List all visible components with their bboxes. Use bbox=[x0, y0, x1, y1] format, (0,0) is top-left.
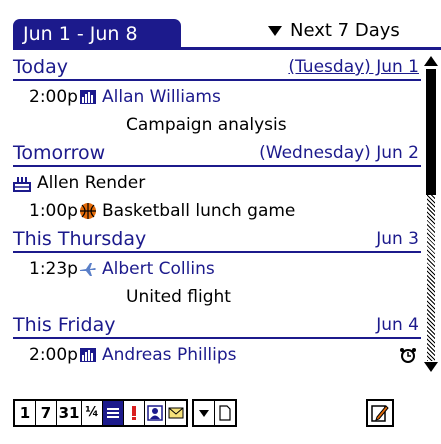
dropdown-button[interactable] bbox=[194, 401, 215, 425]
event-time: 1:23p bbox=[29, 259, 78, 279]
day-view-button[interactable]: 1 bbox=[15, 401, 36, 425]
event-time: 1:00p bbox=[29, 201, 78, 221]
business-chart-icon bbox=[80, 348, 96, 362]
basketball-icon bbox=[80, 203, 96, 219]
event-note-row: United flight bbox=[13, 283, 421, 311]
day-name: This Friday bbox=[13, 314, 116, 336]
month-view-button[interactable]: 31 bbox=[57, 401, 82, 425]
event-row[interactable]: 1:00p Basketball lunch game bbox=[13, 197, 421, 225]
event-note: Campaign analysis bbox=[126, 115, 287, 135]
contacts-button[interactable] bbox=[145, 401, 166, 425]
note-pencil-icon bbox=[371, 405, 389, 422]
new-page-button[interactable] bbox=[215, 401, 235, 425]
event-time: 2:00p bbox=[29, 345, 78, 365]
date-range-label: Jun 1 - Jun 8 bbox=[23, 23, 138, 45]
scroll-up-arrow-icon[interactable] bbox=[424, 56, 438, 66]
header-rule bbox=[13, 47, 441, 50]
view-toolbar: 1 7 31 ¼ bbox=[13, 399, 237, 427]
event-row[interactable]: Allen Render bbox=[13, 169, 421, 197]
day-name: Tomorrow bbox=[13, 142, 106, 164]
day-date: Jun 4 bbox=[376, 315, 419, 335]
day-header-today[interactable]: Today (Tuesday) Jun 1 bbox=[13, 53, 421, 81]
airplane-icon bbox=[80, 263, 96, 276]
day-header-tomorrow[interactable]: Tomorrow (Wednesday) Jun 2 bbox=[13, 139, 421, 167]
scroll-thumb[interactable] bbox=[426, 69, 436, 195]
week-view-button[interactable]: 7 bbox=[36, 401, 57, 425]
event-note: United flight bbox=[126, 287, 231, 307]
event-title[interactable]: Andreas Phillips bbox=[102, 341, 237, 369]
day-name: Today bbox=[13, 56, 68, 78]
day-date: (Wednesday) Jun 2 bbox=[259, 143, 419, 163]
range-picker-label: Next 7 Days bbox=[290, 20, 400, 41]
view-buttons: 1 7 31 ¼ bbox=[13, 399, 188, 427]
mail-icon bbox=[168, 407, 184, 419]
scroll-track[interactable] bbox=[427, 195, 435, 361]
event-time: 2:00p bbox=[29, 87, 78, 107]
day-date: Jun 3 bbox=[376, 229, 419, 249]
list-view-icon bbox=[107, 408, 119, 418]
scrollbar[interactable] bbox=[421, 53, 441, 375]
new-item-buttons bbox=[192, 399, 237, 427]
priority-icon bbox=[132, 406, 136, 420]
day-name: This Thursday bbox=[13, 228, 147, 250]
event-note-row: Campaign analysis bbox=[13, 111, 421, 139]
new-page-icon bbox=[219, 405, 231, 421]
event-title: Basketball lunch game bbox=[102, 201, 296, 221]
event-title[interactable]: Albert Collins bbox=[102, 255, 215, 283]
palm-datebook-screen: Jun 1 - Jun 8 Next 7 Days Today (Tuesday… bbox=[0, 0, 441, 444]
date-range-tab[interactable]: Jun 1 - Jun 8 bbox=[13, 19, 181, 49]
quarter-view-button[interactable]: ¼ bbox=[82, 401, 103, 425]
priority-button[interactable] bbox=[124, 401, 145, 425]
list-view-button[interactable] bbox=[103, 401, 124, 425]
day-header-friday[interactable]: This Friday Jun 4 bbox=[13, 311, 421, 339]
event-title[interactable]: Allan Williams bbox=[102, 83, 221, 111]
event-row[interactable]: 2:00p Andreas Phillips bbox=[13, 341, 421, 369]
event-title: Allen Render bbox=[37, 173, 146, 193]
range-picker[interactable]: Next 7 Days bbox=[268, 18, 400, 44]
day-date: (Tuesday) Jun 1 bbox=[288, 57, 419, 77]
business-chart-icon bbox=[80, 90, 96, 104]
triangle-down-icon bbox=[268, 26, 282, 36]
alarm-clock-icon bbox=[400, 348, 416, 363]
day-header-thursday[interactable]: This Thursday Jun 3 bbox=[13, 225, 421, 253]
birthday-cake-icon bbox=[13, 177, 31, 192]
event-row[interactable]: 1:23p Albert Collins bbox=[13, 255, 421, 283]
contact-icon bbox=[147, 405, 163, 421]
note-button[interactable] bbox=[366, 399, 394, 427]
scroll-down-arrow-icon[interactable] bbox=[424, 362, 438, 372]
agenda-list: Today (Tuesday) Jun 1 2:00p Allan Willia… bbox=[13, 53, 421, 375]
mail-button[interactable] bbox=[166, 401, 186, 425]
event-row[interactable]: 2:00p Allan Williams bbox=[13, 83, 421, 111]
dropdown-icon bbox=[199, 410, 209, 417]
